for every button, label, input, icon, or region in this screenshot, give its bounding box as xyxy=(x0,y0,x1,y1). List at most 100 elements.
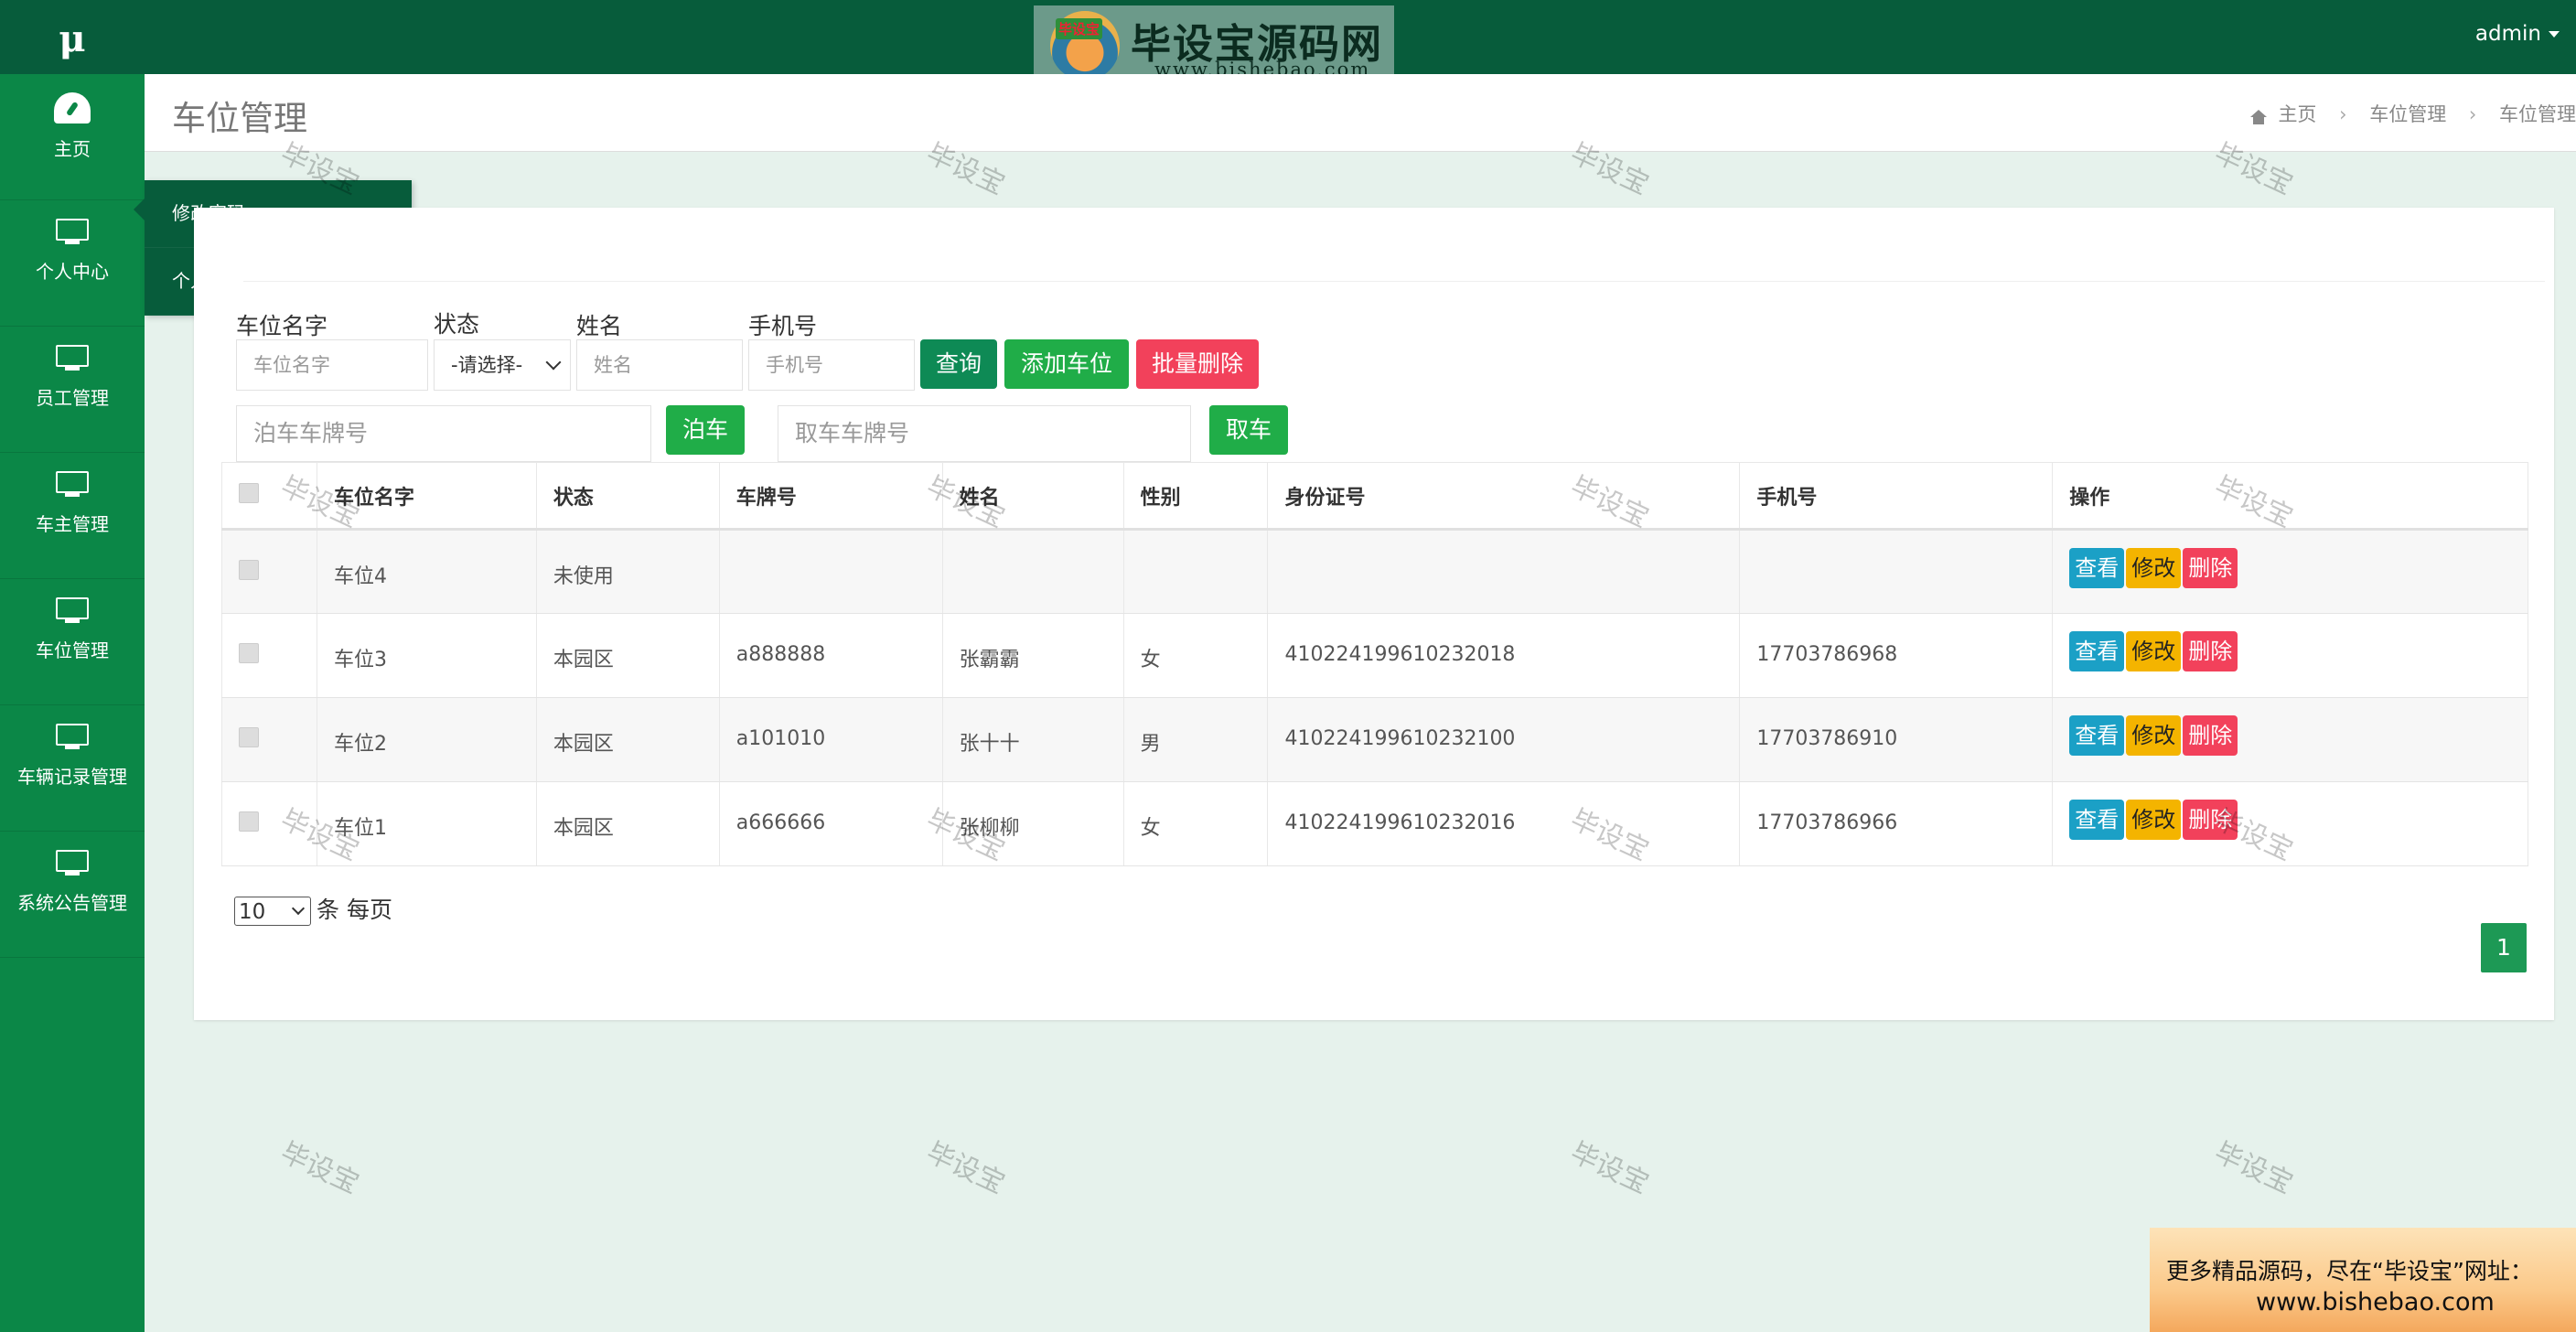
page-header: 车位管理 主页 › 车位管理 › 车位管理 xyxy=(145,74,2576,152)
home-icon xyxy=(2249,110,2267,124)
chevron-right-icon: › xyxy=(2339,103,2347,125)
column-header[interactable]: 手机号 xyxy=(1739,462,2054,531)
sidebar-item-staff[interactable]: 员工管理 xyxy=(0,345,145,453)
cell-gender xyxy=(1123,529,1269,614)
cell-status: 未使用 xyxy=(536,529,720,614)
space-name-input[interactable]: 车位名字 xyxy=(236,339,428,391)
sidebar-item-personal-center[interactable]: 个人中心 xyxy=(0,219,145,327)
edit-button[interactable]: 修改 xyxy=(2126,548,2182,588)
cell-name: 张霸霸 xyxy=(942,613,1124,698)
sidebar-item-label: 主页 xyxy=(54,138,91,160)
sidebar: μ 主页 个人中心 员工管理 车主管理 车位管理 车辆记录管理 系统公告管理 xyxy=(0,0,145,1332)
column-header[interactable]: 姓名 xyxy=(942,462,1124,531)
view-button[interactable]: 查看 xyxy=(2069,800,2125,840)
row-select-cell xyxy=(221,613,317,698)
row-checkbox[interactable] xyxy=(239,811,259,832)
monitor-icon xyxy=(56,850,89,877)
breadcrumb-home[interactable]: 主页 xyxy=(2278,103,2316,125)
monitor-icon xyxy=(56,597,89,625)
column-header[interactable]: 车位名字 xyxy=(317,462,537,531)
phone-label: 手机号 xyxy=(748,313,818,339)
column-header[interactable]: 车牌号 xyxy=(719,462,943,531)
caret-down-icon xyxy=(2549,31,2560,38)
cell-id-number: 410224199610232016 xyxy=(1267,781,1741,866)
chevron-down-icon xyxy=(545,354,562,371)
row-checkbox[interactable] xyxy=(239,560,259,580)
park-button[interactable]: 泊车 xyxy=(666,405,745,455)
page-number-button[interactable]: 1 xyxy=(2481,923,2527,972)
row-select-cell xyxy=(221,697,317,782)
cell-id-number: 410224199610232100 xyxy=(1267,697,1741,782)
batch-delete-button[interactable]: 批量删除 xyxy=(1136,339,1259,389)
site-logo-banner: 毕设宝 毕设宝源码网 www.bishebao.com xyxy=(1034,5,1394,81)
per-page-suffix: 条 每页 xyxy=(317,897,392,923)
cell-id-number xyxy=(1267,529,1741,614)
status-select-value: -请选择- xyxy=(451,354,523,376)
cell-space: 车位1 xyxy=(317,781,537,866)
sidebar-item-vehicle-records[interactable]: 车辆记录管理 xyxy=(0,724,145,832)
sidebar-item-label: 个人中心 xyxy=(36,261,109,283)
per-page-control: 10 条 每页 xyxy=(234,892,392,926)
park-plate-input[interactable]: 泊车车牌号 xyxy=(236,405,651,462)
view-button[interactable]: 查看 xyxy=(2069,715,2125,756)
view-button[interactable]: 查看 xyxy=(2069,631,2125,671)
per-page-select[interactable]: 10 xyxy=(234,897,311,926)
name-label: 姓名 xyxy=(576,313,623,339)
sidebar-item-parking-spaces[interactable]: 车位管理 xyxy=(0,597,145,705)
query-button[interactable]: 查询 xyxy=(920,339,997,389)
delete-button[interactable]: 删除 xyxy=(2183,715,2238,756)
user-menu[interactable]: admin xyxy=(2475,22,2560,46)
logo-badge-text: 毕设宝 xyxy=(1056,18,1103,39)
status-select[interactable]: -请选择- xyxy=(434,339,571,391)
watermark-text: 毕设宝 xyxy=(921,1136,1010,1201)
delete-button[interactable]: 删除 xyxy=(2183,548,2238,588)
watermark-text: 毕设宝 xyxy=(2209,1136,2298,1201)
select-all-checkbox[interactable] xyxy=(239,482,259,503)
cell-space: 车位2 xyxy=(317,697,537,782)
edit-button[interactable]: 修改 xyxy=(2126,800,2182,840)
chevron-down-icon xyxy=(291,901,306,916)
monitor-icon xyxy=(56,724,89,751)
username: admin xyxy=(2474,22,2541,46)
column-header[interactable]: 身份证号 xyxy=(1267,462,1741,531)
cell-name: 张十十 xyxy=(942,697,1124,782)
edit-button[interactable]: 修改 xyxy=(2126,631,2182,671)
cell-actions: 查看 修改 删除 xyxy=(2052,529,2528,614)
row-checkbox[interactable] xyxy=(239,727,259,747)
column-header[interactable]: 状态 xyxy=(536,462,720,531)
space-name-label: 车位名字 xyxy=(236,313,328,339)
promo-banner: 更多精品源码，尽在“毕设宝”网址： www.bishebao.com xyxy=(2150,1228,2576,1332)
view-button[interactable]: 查看 xyxy=(2069,548,2125,588)
breadcrumb-section[interactable]: 车位管理 xyxy=(2369,103,2446,125)
divider xyxy=(243,281,2545,282)
brand-logo: μ xyxy=(0,0,145,74)
sidebar-item-announcements[interactable]: 系统公告管理 xyxy=(0,850,145,958)
row-checkbox[interactable] xyxy=(239,643,259,663)
column-header[interactable]: 性别 xyxy=(1123,462,1269,531)
column-header: 操作 xyxy=(2052,462,2528,531)
cell-actions: 查看 修改 删除 xyxy=(2052,697,2528,782)
sidebar-item-label: 系统公告管理 xyxy=(17,892,127,914)
sidebar-item-home[interactable]: 主页 xyxy=(0,92,145,200)
logo-badge-icon: 毕设宝 xyxy=(1050,11,1120,81)
watermark-text: 毕设宝 xyxy=(275,1136,364,1201)
phone-input[interactable]: 手机号 xyxy=(748,339,915,391)
delete-button[interactable]: 删除 xyxy=(2183,631,2238,671)
cell-plate: a666666 xyxy=(719,781,943,866)
edit-button[interactable]: 修改 xyxy=(2126,715,2182,756)
add-space-button[interactable]: 添加车位 xyxy=(1004,339,1129,389)
cell-status: 本园区 xyxy=(536,613,720,698)
cell-id-number: 410224199610232018 xyxy=(1267,613,1741,698)
delete-button[interactable]: 删除 xyxy=(2183,800,2238,840)
cell-plate: a101010 xyxy=(719,697,943,782)
row-select-cell xyxy=(221,529,317,614)
monitor-icon xyxy=(56,471,89,499)
cell-plate xyxy=(719,529,943,614)
pickup-plate-input[interactable]: 取车车牌号 xyxy=(778,405,1191,462)
sidebar-item-owners[interactable]: 车主管理 xyxy=(0,471,145,579)
pickup-button[interactable]: 取车 xyxy=(1209,405,1288,455)
table-row: 车位3 本园区 a888888 张霸霸 女 410224199610232018… xyxy=(221,613,2528,698)
cell-plate: a888888 xyxy=(719,613,943,698)
cell-gender: 男 xyxy=(1123,697,1269,782)
name-input[interactable]: 姓名 xyxy=(576,339,743,391)
